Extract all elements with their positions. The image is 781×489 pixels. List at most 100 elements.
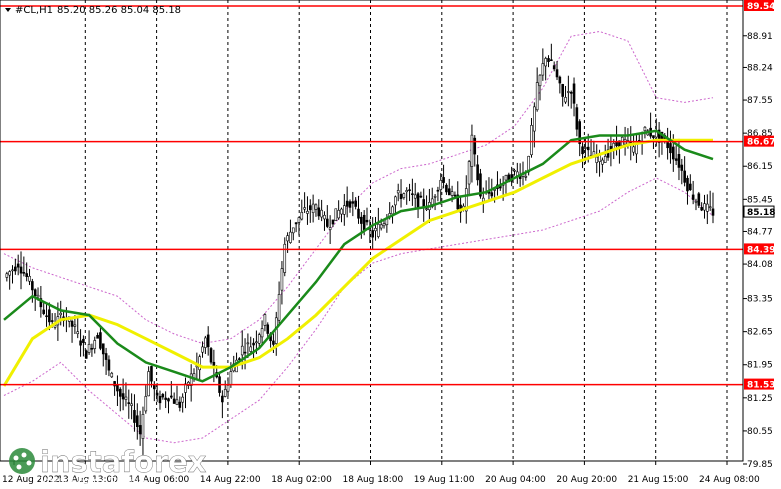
candle-body: [303, 207, 306, 210]
candle-body: [555, 69, 559, 78]
candle-body: [408, 189, 411, 192]
candle-body: [402, 193, 406, 198]
x-tick-label: 20 Aug 20:00: [556, 475, 617, 485]
candle-body: [524, 176, 528, 178]
candle-body: [175, 399, 179, 405]
level-tag-label: 89.54: [747, 2, 775, 12]
candle-body: [558, 76, 562, 84]
candle-body: [308, 205, 312, 211]
candle-body: [382, 223, 386, 227]
price-axis: 88.9188.2487.5586.8586.1585.4584.7784.08…: [743, 0, 775, 470]
candle-body: [561, 84, 564, 97]
candle-body: [544, 58, 547, 67]
price-chart[interactable]: 88.9188.2487.5586.8586.1585.4584.7784.08…: [0, 0, 781, 489]
candle-body: [291, 227, 295, 234]
candle-body: [209, 348, 213, 363]
candle-body: [689, 183, 692, 191]
candle-body: [442, 177, 445, 183]
candle-body: [572, 83, 576, 104]
y-tick-label: 80.55: [747, 427, 773, 437]
candle-body: [263, 314, 267, 326]
candle-body: [538, 74, 542, 87]
candle-body: [547, 58, 550, 62]
candle-body: [671, 146, 675, 160]
candle-body: [116, 384, 119, 392]
candle-body: [249, 346, 253, 352]
candle-body: [16, 263, 20, 268]
candle-body: [135, 415, 139, 427]
candle-body: [11, 269, 14, 272]
candle-body: [50, 320, 54, 322]
candle-body: [326, 218, 329, 227]
candle-body: [340, 208, 343, 215]
logo-mark-icon: [9, 448, 35, 474]
candle-body: [708, 206, 712, 209]
candle-body: [513, 169, 516, 172]
candle-body: [447, 188, 451, 196]
candle-body: [666, 142, 669, 149]
candle-body: [297, 217, 301, 223]
candle-body: [257, 334, 261, 344]
candle-body: [677, 154, 681, 168]
candle-body: [272, 340, 275, 345]
candle-body: [14, 266, 17, 272]
candle-body: [42, 309, 46, 314]
candle-body: [595, 156, 599, 163]
candle-body: [530, 125, 533, 156]
candle-body: [490, 192, 494, 197]
candle-body: [476, 164, 479, 181]
candle-body: [686, 177, 689, 192]
candle-body: [84, 350, 88, 359]
y-tick-label: 84.08: [747, 260, 773, 270]
candle-body: [700, 207, 703, 211]
candle-body: [22, 272, 26, 274]
candle-body: [348, 201, 352, 208]
candle-body: [167, 398, 170, 402]
level-tag-label: 81.53: [747, 381, 775, 391]
x-tick-label: 18 Aug 18:00: [343, 475, 404, 485]
candle-body: [300, 212, 304, 220]
candle-body: [533, 106, 536, 132]
candle-body: [552, 65, 556, 70]
symbol-label: #CL,H1: [15, 5, 53, 16]
candle-body: [652, 135, 655, 139]
candle-body: [331, 219, 335, 225]
candle-body: [674, 158, 678, 161]
candle-body: [31, 281, 34, 291]
candle-body: [669, 143, 672, 154]
candle-body: [107, 359, 111, 371]
candle-body: [144, 396, 148, 412]
candle-body: [374, 227, 377, 232]
candle-body: [118, 388, 122, 397]
candle-body: [422, 199, 426, 207]
candle-body: [354, 200, 357, 207]
candle-body: [365, 219, 369, 223]
candle-body: [416, 193, 420, 208]
candle-body: [28, 275, 31, 282]
candle-body: [70, 320, 74, 327]
candle-body: [127, 402, 131, 405]
candle-body: [584, 147, 587, 149]
candle-body: [504, 175, 508, 181]
candle-body: [158, 395, 162, 404]
candle-body: [601, 159, 604, 165]
candle-body: [581, 146, 584, 155]
candle-body: [252, 342, 255, 346]
y-tick-label: 88.24: [747, 63, 773, 73]
candle-body: [311, 203, 315, 213]
candle-body: [306, 210, 309, 214]
candle-body: [379, 224, 383, 229]
candle-body: [632, 146, 635, 153]
candle-body: [419, 195, 423, 198]
candle-body: [320, 209, 323, 218]
y-tick-label: 79.85: [747, 460, 773, 470]
candle-body: [691, 194, 695, 200]
candle-body: [5, 273, 9, 278]
candle-body: [289, 231, 292, 243]
candle-body: [467, 161, 471, 185]
y-tick-label: 81.95: [747, 361, 773, 371]
y-tick-label: 85.45: [747, 195, 773, 205]
candle-body: [73, 324, 77, 327]
candle-body: [643, 126, 647, 132]
candle-body: [351, 201, 355, 204]
